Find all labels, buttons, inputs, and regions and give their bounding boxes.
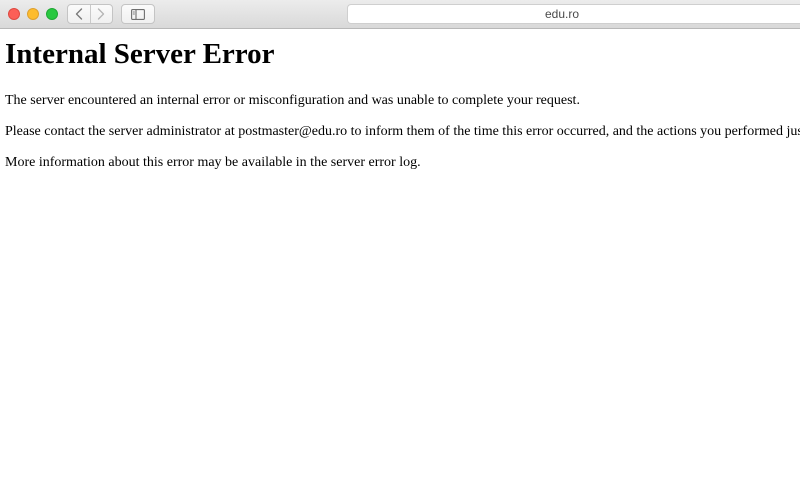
page-title: Internal Server Error	[5, 38, 275, 70]
log-message: More information about this error may be…	[5, 155, 421, 170]
browser-toolbar: edu.ro	[0, 0, 800, 29]
browser-window: edu.ro Internal Server Error The server …	[0, 0, 800, 479]
zoom-window-button[interactable]	[46, 8, 58, 20]
page-content: Internal Server Error The server encount…	[0, 29, 800, 479]
address-text: edu.ro	[544, 7, 580, 21]
chevron-right-icon	[98, 8, 105, 20]
chevron-left-icon	[75, 8, 82, 20]
address-bar[interactable]: edu.ro	[347, 4, 800, 24]
sidebar-toggle-button[interactable]	[121, 4, 155, 24]
close-window-button[interactable]	[8, 8, 20, 20]
sidebar-icon	[131, 8, 145, 20]
contact-message: Please contact the server administrator …	[5, 124, 800, 139]
error-message: The server encountered an internal error…	[5, 93, 580, 108]
minimize-window-button[interactable]	[27, 8, 39, 20]
navigation-buttons	[67, 4, 113, 24]
back-button[interactable]	[68, 5, 91, 23]
forward-button[interactable]	[91, 5, 113, 23]
